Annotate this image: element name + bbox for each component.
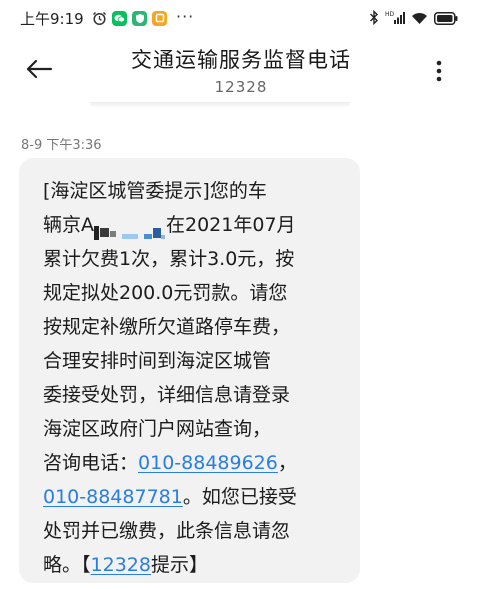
notes-icon — [152, 10, 167, 26]
svg-text:HD: HD — [385, 11, 395, 18]
message-line: 处罚并已缴费，此条信息请忽 — [43, 520, 291, 542]
more-notifications-indicator: ··· — [176, 7, 195, 26]
message-text-segment: ， — [277, 452, 297, 474]
bluetooth-icon — [369, 9, 379, 29]
conversation-header: 交通运输服务监督电话 12328 — [0, 38, 482, 106]
message-line: 咨询电话：010-88489626， — [43, 446, 348, 480]
message-text-segment: 在2021年07月 — [166, 214, 296, 236]
message-text-segment: 。如您已接受 — [182, 486, 297, 508]
message-line: [海淀区城管委提示]您的车 — [43, 180, 267, 202]
shield-icon — [132, 10, 147, 26]
message-line: 海淀区政府门户网站查询， — [43, 418, 272, 440]
conversation-title-block: 交通运输服务监督电话 12328 — [0, 44, 482, 96]
message-bubble[interactable]: [海淀区城管委提示]您的车 辆京A 在2021年07月 累计欠费1次，累计3.0元… — [19, 158, 360, 583]
status-time: 上午9:19 — [20, 10, 84, 28]
message-line: 累计欠费1次，累计3.0元，按 — [43, 248, 295, 270]
status-system-icons: HD — [369, 9, 458, 29]
wifi-icon — [411, 10, 428, 29]
status-notification-icons: ··· — [92, 7, 195, 26]
conversation-title: 交通运输服务监督电话 — [131, 48, 351, 72]
redacted-plate-number — [94, 218, 166, 240]
message-timestamp: 8-9 下午3:36 — [21, 138, 102, 153]
message-text-segment: 辆京A — [43, 214, 94, 236]
header-divider — [90, 102, 350, 108]
more-vertical-icon[interactable] — [436, 60, 442, 82]
short-number-link[interactable]: 12328 — [91, 554, 151, 576]
message-line: 委接受处罚，详细信息请登录 — [43, 384, 291, 406]
signal-icon: HD — [385, 10, 405, 29]
message-text-segment: 略。【 — [43, 554, 91, 576]
message-body: [海淀区城管委提示]您的车 辆京A 在2021年07月 累计欠费1次，累计3.0元… — [43, 174, 348, 582]
status-bar: 上午9:19 ··· HD — [0, 0, 482, 34]
message-text-segment: 咨询电话： — [43, 452, 139, 474]
battery-icon — [434, 10, 458, 29]
alarm-icon — [92, 11, 107, 26]
wechat-icon — [112, 10, 127, 26]
phone-link[interactable]: 010-88487781 — [43, 486, 183, 508]
message-text-segment: 提示】 — [150, 554, 208, 576]
message-line: 规定拟处200.0元罚款。请您 — [43, 282, 288, 304]
message-line: 略。【12328提示】 — [43, 548, 348, 582]
conversation-number: 12328 — [214, 78, 268, 96]
message-line: 按规定补缴所欠道路停车费， — [43, 316, 291, 338]
phone-link[interactable]: 010-88489626 — [138, 452, 278, 474]
message-line: 合理安排时间到海淀区城管 — [43, 350, 272, 372]
message-line: 辆京A 在2021年07月 — [43, 208, 348, 242]
message-line: 010-88487781。如您已接受 — [43, 480, 348, 514]
